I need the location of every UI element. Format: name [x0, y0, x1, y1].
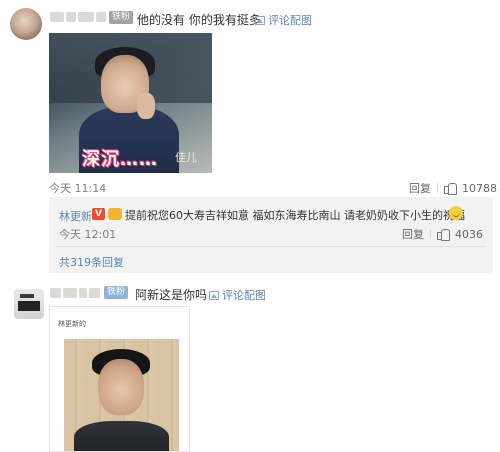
- fan-badge: 铁粉: [109, 11, 134, 24]
- reply-button[interactable]: 回复: [409, 180, 431, 196]
- reply-timestamp: 今天 12:01: [59, 228, 117, 241]
- thumb-up-icon[interactable]: [437, 228, 450, 241]
- commenter-username-blurred[interactable]: [50, 11, 108, 23]
- divider: [437, 183, 438, 193]
- divider: [430, 229, 431, 239]
- comment-image-link-label: 评论配图: [222, 289, 266, 302]
- v-badge-icon: V: [92, 208, 105, 220]
- comment-image[interactable]: 林更新的: [49, 306, 190, 452]
- reply-text: 提前祝您60大寿吉祥如意 福如东海寿比南山 请老奶奶收下小生的祝福: [125, 209, 465, 222]
- member-badge-icon: [108, 208, 122, 220]
- commenter-avatar[interactable]: [14, 289, 44, 319]
- commenter-username-blurred[interactable]: [50, 287, 101, 299]
- comment-image-link[interactable]: 评论配图: [209, 287, 266, 303]
- more-replies-link[interactable]: 共319条回复: [59, 254, 124, 270]
- divider: [56, 246, 486, 247]
- fan-badge: 铁粉: [104, 286, 129, 299]
- comment-image-link[interactable]: 评论配图: [255, 12, 312, 28]
- image-icon: [255, 15, 265, 25]
- comment-actions: 回复 10788: [409, 180, 497, 196]
- reply-username[interactable]: 林更新: [59, 208, 92, 224]
- image-document-label: 林更新的: [58, 320, 86, 328]
- comment-timestamp: 今天 11:14: [49, 182, 107, 195]
- commenter-avatar[interactable]: [10, 8, 42, 40]
- comment-image[interactable]: 深沉…… 佳儿: [49, 33, 212, 173]
- comment-text: 阿新这是你吗: [135, 288, 208, 302]
- smile-emoji-icon: [449, 206, 463, 220]
- image-icon: [209, 290, 219, 300]
- image-caption-small: 佳儿: [175, 151, 197, 164]
- image-caption: 深沉……: [82, 149, 158, 170]
- comment-image-link-label: 评论配图: [268, 14, 312, 27]
- reply-actions: 回复 4036: [402, 226, 483, 242]
- like-count: 4036: [455, 227, 483, 241]
- reply-button[interactable]: 回复: [402, 226, 424, 242]
- thumb-up-icon[interactable]: [444, 182, 457, 195]
- comment-text: 他的没有 你的我有挺多: [137, 13, 261, 27]
- like-count: 10788: [462, 181, 497, 195]
